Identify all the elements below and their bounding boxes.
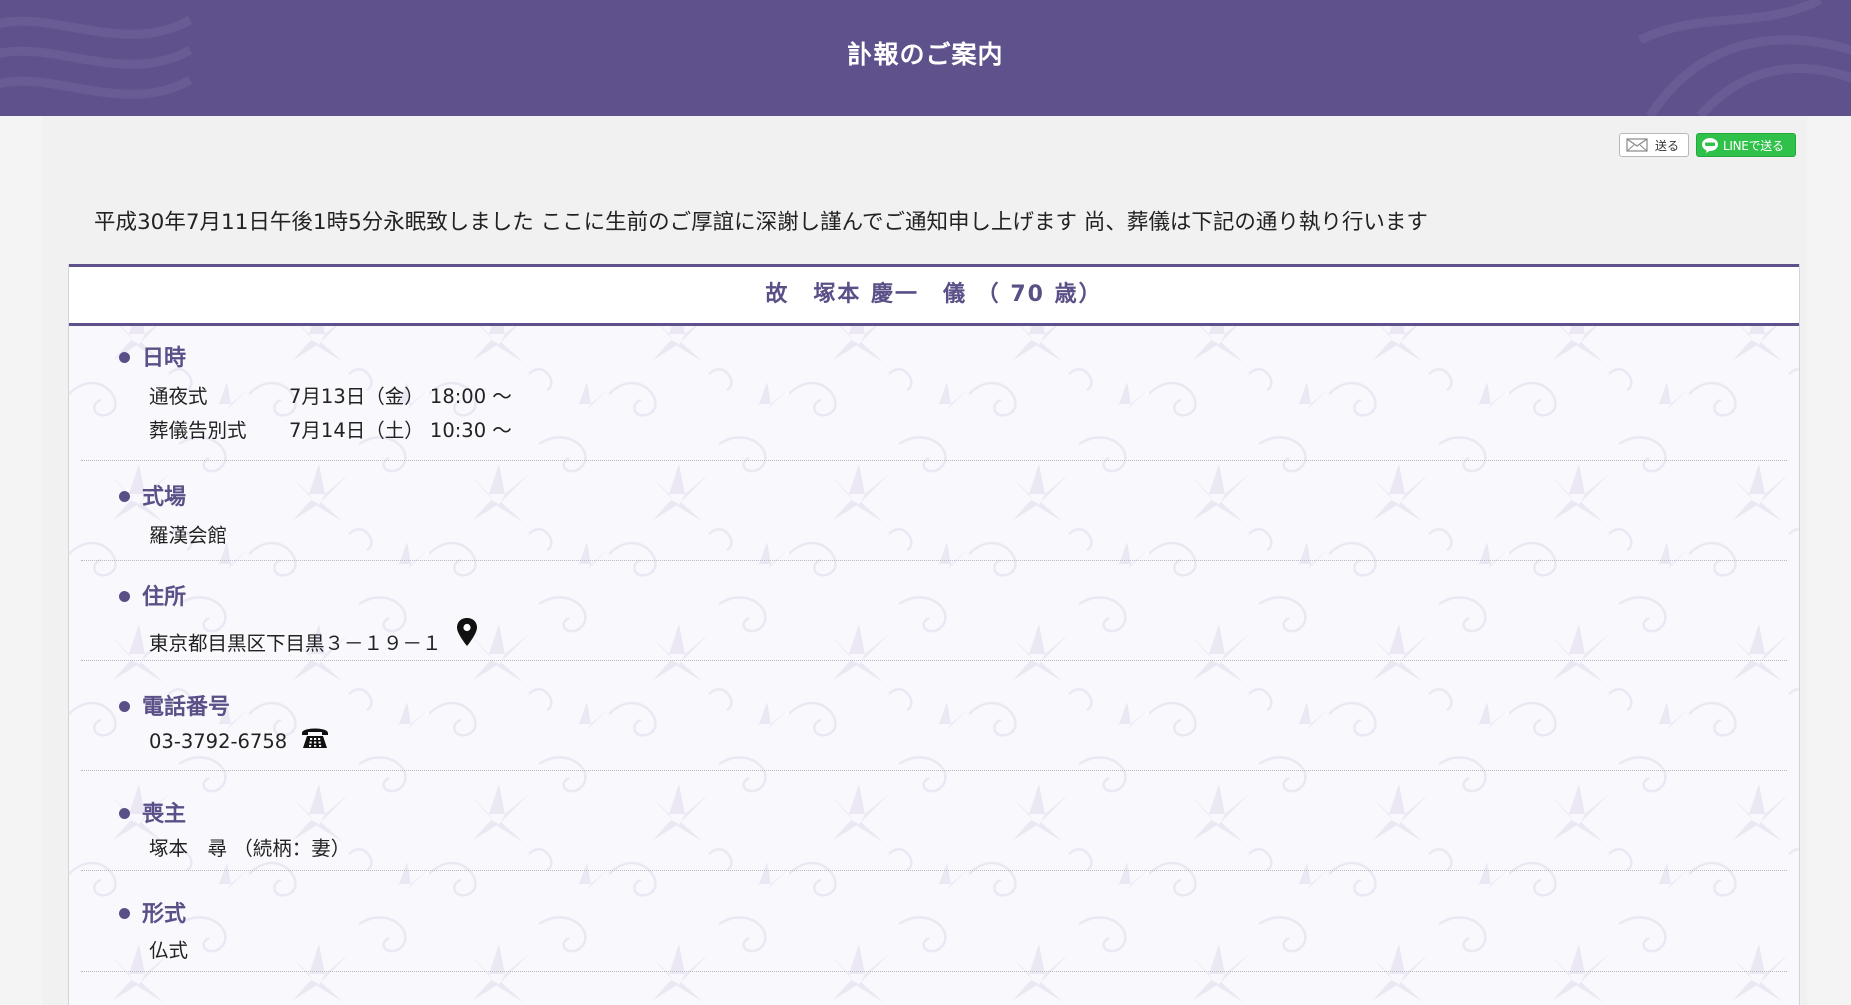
envelope-icon [1626,138,1648,152]
bullet-icon [119,808,130,819]
funeral-details-card: 故 塚本 慶一 儀 （ 70 歳） 日時 通夜式 7月13日（金） 18:00 … [68,264,1800,1005]
chief-mourner-name: 塚本 尋 （続柄：妻） [149,837,351,860]
funeral-row: 葬儀告別式 7月14日（土） 10:30 ～ [149,414,512,443]
section-heading: 住所 [119,579,186,611]
telephone-icon[interactable] [301,725,329,754]
section-heading: 喪主 [119,796,186,828]
section-phone: 電話番号 03-3792-6758 [81,689,1787,771]
section-format: 形式 仏式 [81,896,1787,972]
section-heading: 式場 [119,479,186,511]
wake-datetime: 7月13日（金） 18:00 ～ [289,385,512,408]
deceased-name-bar: 故 塚本 慶一 儀 （ 70 歳） [69,264,1799,326]
phone-row: 03-3792-6758 [149,725,329,754]
address-text: 東京都目黒区下目黒３－１９－１ [149,632,442,655]
page-header: 訃報のご案内 [0,0,1851,116]
mail-share-button[interactable]: 送る [1619,133,1689,157]
address-heading: 住所 [142,585,187,610]
line-logo-icon [1702,138,1718,153]
datetime-heading: 日時 [142,346,187,371]
format-heading: 形式 [142,902,187,927]
format-row: 仏式 [149,934,188,963]
phone-heading: 電話番号 [142,695,231,720]
venue-heading: 式場 [142,485,187,510]
bullet-icon [119,591,130,602]
map-pin-icon[interactable] [456,617,478,652]
bullet-icon [119,352,130,363]
page-title: 訃報のご案内 [847,40,1004,69]
funeral-label: 葬儀告別式 [149,419,247,442]
bullet-icon [119,908,130,919]
format-value: 仏式 [149,939,189,962]
announcement-text: 平成30年7月11日午後1時5分永眠致しました ここに生前のご厚誼に深謝し謹んで… [94,210,1428,235]
chief-mourner-row: 塚本 尋 （続柄：妻） [149,832,350,861]
funeral-datetime: 7月14日（土） 10:30 ～ [289,419,512,442]
venue-row: 羅漢会館 [149,519,227,548]
wake-row: 通夜式 7月13日（金） 18:00 ～ [149,380,512,409]
section-chief-mourner: 喪主 塚本 尋 （続柄：妻） [81,796,1787,871]
phone-number[interactable]: 03-3792-6758 [149,730,287,753]
section-heading: 電話番号 [119,689,230,721]
section-venue: 式場 羅漢会館 [81,479,1787,561]
line-share-label: LINEで送る [1723,138,1784,153]
venue-name: 羅漢会館 [149,524,228,547]
chief-mourner-heading: 喪主 [142,802,187,827]
mail-share-label: 送る [1655,138,1680,153]
section-heading: 形式 [119,896,186,928]
address-row: 東京都目黒区下目黒３－１９－１ [149,613,478,656]
section-address: 住所 東京都目黒区下目黒３－１９－１ [81,579,1787,661]
wake-label: 通夜式 [149,385,208,408]
bullet-icon [119,701,130,712]
line-share-button[interactable]: LINEで送る [1696,133,1796,157]
bullet-icon [119,491,130,502]
section-datetime: 日時 通夜式 7月13日（金） 18:00 ～ 葬儀告別式 7月14日（土） 1… [81,340,1787,461]
section-heading: 日時 [119,340,186,372]
